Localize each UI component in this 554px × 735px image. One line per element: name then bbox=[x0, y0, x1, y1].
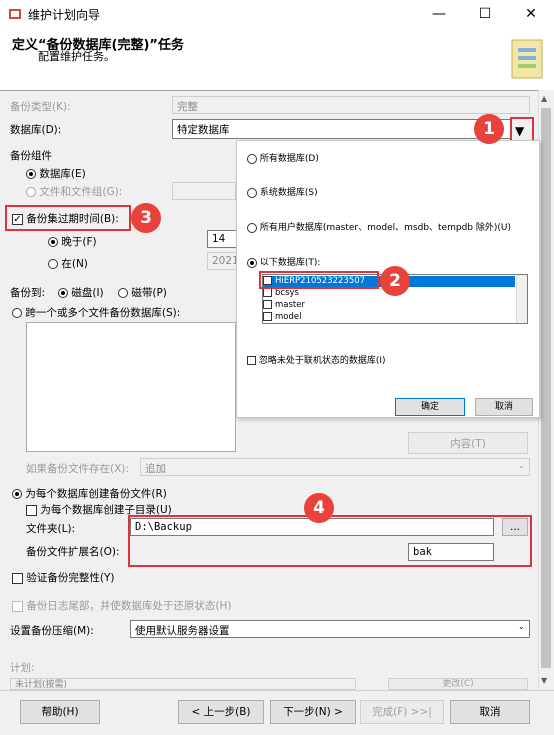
ext-label: 备份文件扩展名(O): bbox=[26, 546, 120, 558]
all-dbs-label: 所有数据库(D) bbox=[259, 154, 319, 164]
tape-radio[interactable]: 磁带(P) bbox=[118, 285, 167, 300]
change-schedule-button[interactable]: 更改(C) bbox=[388, 678, 528, 690]
if-exists-select: 追加 bbox=[140, 458, 530, 476]
page-subtitle: 配置维护任务。 bbox=[38, 50, 115, 63]
tail-log-checkbox[interactable]: 备份日志尾部，并使数据库处于还原状态(H) bbox=[12, 598, 231, 613]
expire-on-field[interactable]: 2021/ bbox=[207, 252, 237, 270]
compression-select[interactable]: 使用默认服务器设置 bbox=[130, 620, 530, 638]
step-badge-4: 4 bbox=[304, 493, 334, 523]
wizard-app-icon bbox=[9, 9, 21, 19]
chevron-down-icon[interactable]: ▼ bbox=[515, 124, 524, 138]
listbox-highlight bbox=[259, 271, 379, 289]
step-badge-3: 3 bbox=[131, 203, 161, 233]
list-item[interactable]: model bbox=[263, 312, 515, 323]
close-button[interactable]: ✕ bbox=[508, 0, 554, 28]
db-name: master bbox=[275, 300, 305, 310]
across-files-radio[interactable]: 跨一个或多个文件备份数据库(S): bbox=[12, 305, 180, 320]
verify-label: 验证备份完整性(Y) bbox=[26, 572, 115, 584]
chevron-down-icon[interactable]: ⌄ bbox=[518, 622, 525, 631]
finish-button[interactable]: 完成(F) >>| bbox=[360, 700, 444, 724]
expire-after-radio[interactable]: 晚于(F) bbox=[48, 234, 97, 249]
minimize-button[interactable]: — bbox=[416, 0, 462, 28]
popup-cancel-button[interactable]: 取消 bbox=[475, 398, 533, 416]
component-files-field bbox=[172, 182, 236, 200]
tail-log-label: 备份日志尾部，并使数据库处于还原状态(H) bbox=[26, 600, 232, 612]
backup-type-select: 完整 bbox=[172, 96, 530, 114]
folder-label: 文件夹(L): bbox=[26, 523, 76, 535]
scroll-up-icon[interactable]: ▲ bbox=[541, 94, 547, 103]
db-name: bcsys bbox=[275, 288, 299, 298]
backup-type-label: 备份类型(K): bbox=[10, 101, 71, 113]
these-dbs-radio[interactable]: 以下数据库(T): bbox=[247, 255, 320, 268]
per-db-file-radio[interactable]: 为每个数据库创建备份文件(R) bbox=[12, 486, 167, 501]
browse-button[interactable]: ... bbox=[502, 518, 528, 536]
content-button[interactable]: 内容(T) bbox=[408, 432, 528, 454]
compression-label: 设置备份压缩(M): bbox=[10, 625, 94, 637]
user-dbs-radio[interactable]: 所有用户数据库(master、model、msdb、tempdb 除外)(U) bbox=[247, 220, 511, 233]
database-select[interactable]: 特定数据库 bbox=[172, 119, 512, 139]
disk-label: 磁盘(I) bbox=[71, 287, 104, 299]
component-files-label: 文件和文件组(G): bbox=[39, 186, 123, 198]
list-item[interactable]: master bbox=[263, 300, 515, 311]
wizard-banner-icon bbox=[511, 39, 543, 79]
schedule-field: 未计划(按需) bbox=[10, 678, 356, 690]
schedule-label: 计划: bbox=[10, 662, 35, 674]
title-bar: 维护计划向导 — ☐ ✕ bbox=[0, 0, 554, 29]
chevron-down-icon: ⌄ bbox=[518, 461, 525, 470]
database-label: 数据库(D): bbox=[10, 124, 62, 136]
expire-after-label: 晚于(F) bbox=[61, 236, 97, 248]
help-button[interactable]: 帮助(H) bbox=[20, 700, 100, 724]
expire-label: 备份集过期时间(B): bbox=[26, 213, 119, 225]
backup-to-label: 备份到: bbox=[10, 287, 46, 299]
ignore-offline-label: 忽略未处于联机状态的数据库(I) bbox=[258, 356, 386, 366]
backup-component-label: 备份组件 bbox=[10, 150, 52, 162]
expire-after-field[interactable]: 14 bbox=[207, 230, 237, 248]
backup-files-list[interactable] bbox=[26, 322, 236, 452]
system-dbs-label: 系统数据库(S) bbox=[259, 188, 318, 198]
scroll-thumb[interactable] bbox=[541, 108, 551, 668]
system-dbs-radio[interactable]: 系统数据库(S) bbox=[247, 185, 318, 198]
component-db-radio[interactable]: 数据库(E) bbox=[26, 166, 86, 181]
verify-checkbox[interactable]: 验证备份完整性(Y) bbox=[12, 570, 114, 585]
next-button[interactable]: 下一步(N) > bbox=[270, 700, 356, 724]
user-dbs-label: 所有用户数据库(master、model、msdb、tempdb 除外)(U) bbox=[259, 223, 511, 233]
expire-on-label: 在(N) bbox=[61, 258, 88, 270]
per-db-file-label: 为每个数据库创建备份文件(R) bbox=[25, 488, 167, 500]
ignore-offline-checkbox[interactable]: 忽略未处于联机状态的数据库(I) bbox=[247, 353, 386, 366]
all-dbs-radio[interactable]: 所有数据库(D) bbox=[247, 151, 319, 164]
expire-on-radio[interactable]: 在(N) bbox=[48, 256, 88, 271]
step-badge-1: 1 bbox=[474, 114, 504, 144]
listbox-scrollbar[interactable] bbox=[516, 275, 527, 323]
tape-label: 磁带(P) bbox=[131, 287, 167, 299]
ext-field[interactable]: bak bbox=[408, 543, 494, 561]
popup-ok-button[interactable]: 确定 bbox=[395, 398, 465, 416]
db-name: model bbox=[275, 312, 302, 322]
window-title: 维护计划向导 bbox=[28, 8, 101, 22]
cancel-button[interactable]: 取消 bbox=[450, 700, 530, 724]
component-db-label: 数据库(E) bbox=[39, 168, 86, 180]
across-files-label: 跨一个或多个文件备份数据库(S): bbox=[25, 307, 181, 319]
scroll-down-icon[interactable]: ▼ bbox=[541, 676, 547, 685]
maximize-button[interactable]: ☐ bbox=[462, 0, 508, 28]
if-exists-label: 如果备份文件存在(X): bbox=[26, 463, 129, 475]
these-dbs-label: 以下数据库(T): bbox=[259, 258, 321, 268]
step-badge-2: 2 bbox=[380, 266, 410, 296]
component-files-radio[interactable]: 文件和文件组(G): bbox=[26, 184, 122, 199]
back-button[interactable]: < 上一步(B) bbox=[178, 700, 264, 724]
expire-checkbox[interactable]: ✓ 备份集过期时间(B): bbox=[12, 211, 119, 226]
disk-radio[interactable]: 磁盘(I) bbox=[58, 285, 104, 300]
